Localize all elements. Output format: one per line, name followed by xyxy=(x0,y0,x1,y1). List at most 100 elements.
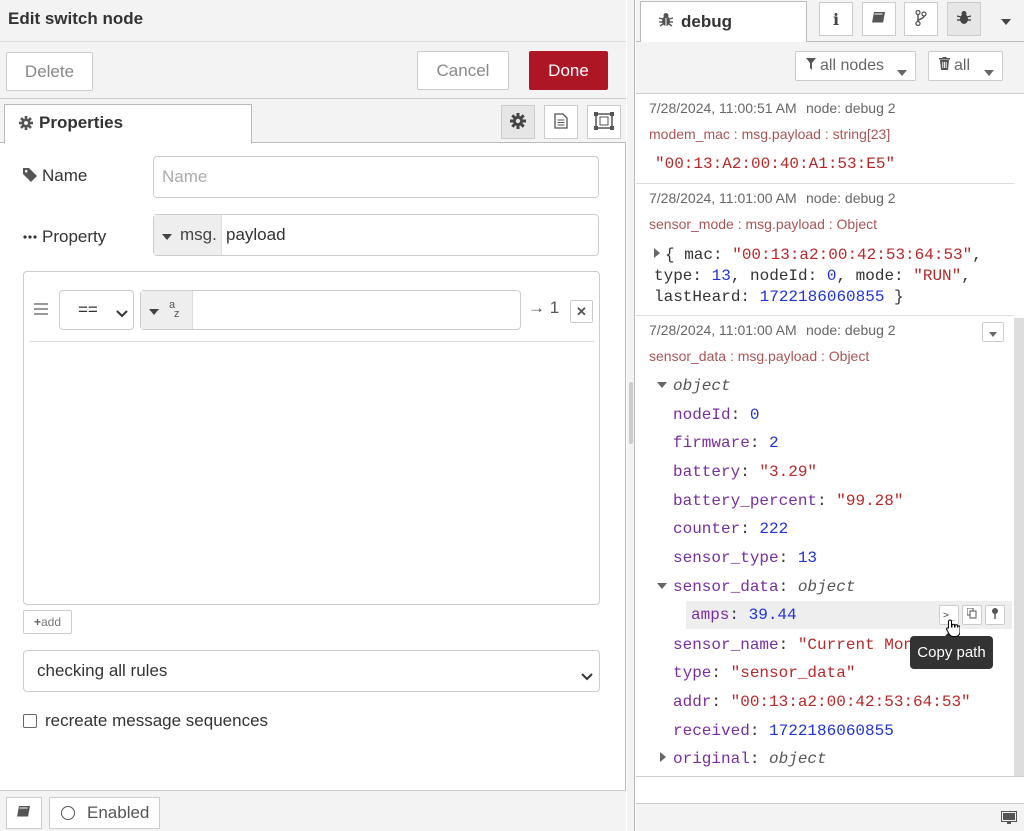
prop-key: original xyxy=(673,750,750,768)
pin-button[interactable] xyxy=(985,605,1005,625)
circle-icon xyxy=(61,806,75,820)
object-summary-line: type: 13, nodeId: 0, mode: "RUN", xyxy=(654,267,971,285)
message-topic: modem_mac : msg.payload : string[23] xyxy=(649,126,891,142)
prop-row[interactable]: battery: "3.29" xyxy=(673,463,817,481)
message-date: 7/28/2024, 11:00:51 AM xyxy=(649,100,797,116)
debug-sidebar: debug i all nodes all 7/28/2024, 11:00:5… xyxy=(636,0,1024,831)
rule-operator-select[interactable]: == xyxy=(59,290,134,330)
amps-text: amps: 39.44 xyxy=(691,606,797,624)
prop-row[interactable]: counter: 222 xyxy=(673,520,788,538)
context-tab-button[interactable] xyxy=(904,2,938,36)
name-input[interactable] xyxy=(153,156,599,198)
property-label: Property xyxy=(42,227,107,246)
prop-row[interactable]: received: 1722186060855 xyxy=(673,722,894,740)
prop-row[interactable]: addr: "00:13:a2:00:42:53:64:53" xyxy=(673,693,971,711)
message-node[interactable]: node: debug 2 xyxy=(806,190,896,206)
panel-splitter[interactable] xyxy=(627,0,635,831)
prop-row[interactable]: battery_percent: "99.28" xyxy=(673,492,903,510)
cancel-button[interactable]: Cancel xyxy=(417,51,509,90)
message-value[interactable]: "00:13:A2:00:40:A1:53:E5" xyxy=(655,155,895,173)
sidebar-menu-button[interactable] xyxy=(994,10,1018,30)
tab-properties-label: Properties xyxy=(39,113,124,132)
tag-icon xyxy=(23,167,37,187)
bug-icon xyxy=(658,12,674,32)
delete-button[interactable]: Delete xyxy=(6,52,93,91)
object-root-toggle[interactable]: object xyxy=(657,377,731,395)
property-type-selector[interactable]: msg. xyxy=(154,215,222,255)
message-date: 7/28/2024, 11:01:00 AM xyxy=(649,322,797,338)
check-mode-select[interactable]: checking all rules xyxy=(23,650,600,692)
amps-row[interactable]: amps: 39.44 >_ xyxy=(686,601,1012,629)
obj-val: 13 xyxy=(711,267,731,285)
appearance-tab-button[interactable] xyxy=(587,105,621,139)
copy-value-button[interactable] xyxy=(962,605,982,625)
plus-icon: + xyxy=(33,615,41,629)
prop-val: 222 xyxy=(759,520,789,538)
sensor-data-toggle[interactable]: sensor_data: object xyxy=(657,578,855,596)
bug-icon xyxy=(956,10,972,28)
message-menu-button[interactable] xyxy=(982,322,1004,342)
original-toggle[interactable]: original: object xyxy=(660,750,827,768)
message-node[interactable]: node: debug 2 xyxy=(806,322,896,338)
filter-nodes-button[interactable]: all nodes xyxy=(795,51,916,81)
rule-remove-button[interactable]: ✕ xyxy=(570,300,593,323)
prop-val: "00:13:a2:00:42:53:64:53" xyxy=(730,693,971,711)
enabled-toggle[interactable]: Enabled xyxy=(49,797,160,829)
message-list-scrollbar[interactable] xyxy=(1014,318,1024,776)
rule-value-input[interactable]: a z xyxy=(140,290,521,330)
prop-sep: : xyxy=(730,406,750,424)
prop-row[interactable]: firmware: 2 xyxy=(673,434,779,452)
gear-icon xyxy=(19,115,33,135)
caret-down-icon xyxy=(897,63,907,81)
obj-key: type: xyxy=(654,267,712,285)
help-tab-button[interactable] xyxy=(862,2,896,36)
description-tab-button[interactable] xyxy=(544,105,578,139)
message-topic: sensor_mode : msg.payload : Object xyxy=(649,216,878,232)
prop-row[interactable]: sensor_type: 13 xyxy=(673,549,817,567)
editor-toolbar: Delete Cancel Done xyxy=(0,42,626,99)
splitter-grip[interactable] xyxy=(629,382,633,444)
clear-messages-label: all xyxy=(954,57,971,74)
caret-right-icon xyxy=(660,752,666,762)
rule-output-number: → 1 xyxy=(528,298,560,317)
prop-val: 39.44 xyxy=(748,606,797,624)
settings-tab-button[interactable] xyxy=(501,105,535,139)
caret-down-icon xyxy=(984,63,994,81)
debug-tab-button[interactable] xyxy=(947,2,981,36)
popout-button[interactable] xyxy=(998,809,1020,829)
prop-key: battery xyxy=(673,463,741,481)
property-type-label: msg. xyxy=(180,225,217,244)
prop-sep: : xyxy=(749,722,770,740)
prop-sep: : xyxy=(778,636,798,654)
prop-row[interactable]: sensor_name: "Current Mon xyxy=(673,636,913,654)
add-rule-label: add xyxy=(40,615,62,629)
editor-tabbar: Properties xyxy=(0,99,626,144)
done-button[interactable]: Done xyxy=(529,51,608,90)
object-root-type: object xyxy=(673,377,731,395)
name-label-row: Name xyxy=(23,166,87,187)
node-editor-panel: Edit switch node Delete Cancel Done Prop… xyxy=(0,0,626,831)
tab-properties[interactable]: Properties xyxy=(4,104,252,144)
property-typed-input[interactable]: msg. payload xyxy=(153,214,599,256)
prop-val: 2 xyxy=(769,434,779,452)
prop-key: type xyxy=(673,664,712,682)
caret-down-icon xyxy=(989,324,997,340)
message-node[interactable]: node: debug 2 xyxy=(806,100,896,116)
add-rule-button[interactable]: +add xyxy=(23,610,72,634)
prop-val: "3.29" xyxy=(759,463,818,481)
clear-messages-button[interactable]: all xyxy=(928,51,1003,81)
drag-handle-icon[interactable] xyxy=(34,302,48,318)
sidebar-tabs: debug i xyxy=(636,0,1024,43)
object-summary-line[interactable]: { mac: "00:13:a2:00:42:53:64:53", xyxy=(654,246,982,264)
prop-row[interactable]: type: "sensor_data" xyxy=(673,664,855,682)
rule-value-type-selector[interactable]: a z xyxy=(141,291,193,329)
prop-sep: : xyxy=(711,693,731,711)
prop-row[interactable]: nodeId: 0 xyxy=(673,406,759,424)
property-value[interactable]: payload xyxy=(222,215,286,255)
recreate-sequences-checkbox[interactable] xyxy=(23,714,37,728)
obj-text: { mac: xyxy=(665,246,733,264)
info-tab-button[interactable]: i xyxy=(819,2,853,36)
tab-debug[interactable]: debug xyxy=(640,1,807,43)
help-book-button[interactable] xyxy=(6,797,42,829)
recreate-sequences-label: recreate message sequences xyxy=(45,711,269,730)
